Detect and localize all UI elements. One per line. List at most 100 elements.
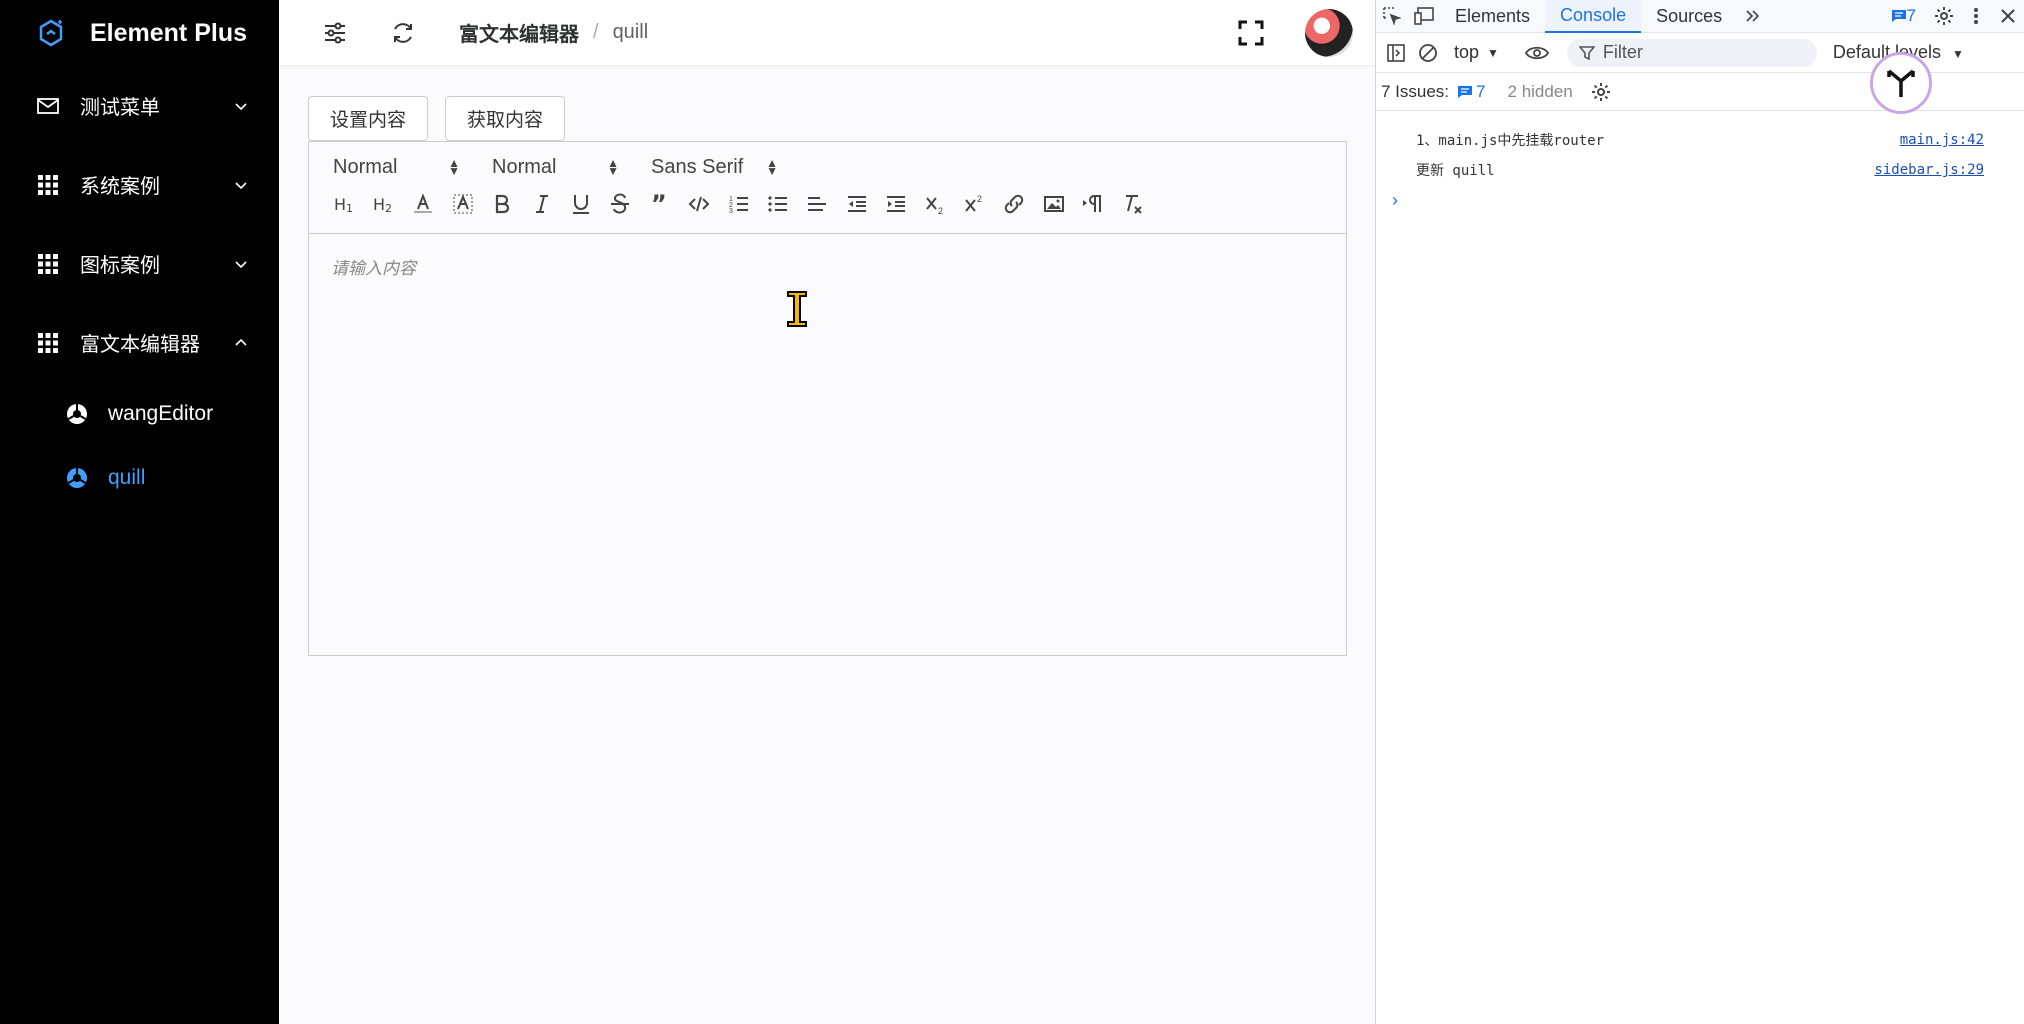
device-toolbar-icon[interactable] <box>1408 0 1440 32</box>
close-icon[interactable] <box>1992 0 2024 32</box>
header-picker-value: Normal <box>492 155 557 178</box>
menu-item-label: 测试菜单 <box>80 97 160 119</box>
image-icon[interactable] <box>1034 189 1073 219</box>
italic-icon[interactable] <box>522 189 561 219</box>
fullscreen-icon[interactable] <box>1237 19 1265 47</box>
dropdown-arrow-icon: ▼ <box>1952 47 1964 61</box>
submenu-item-quill[interactable]: quill <box>0 446 279 510</box>
direction-icon[interactable] <box>1073 189 1112 219</box>
console-prompt[interactable]: › <box>1376 185 2024 215</box>
devtools-tab-bar: Elements Console Sources 7 <box>1376 0 2024 33</box>
inspect-element-icon[interactable] <box>1376 0 1408 32</box>
picker-arrows-icon: ▲ ▼ <box>448 156 460 178</box>
log-source-link[interactable]: sidebar.js:29 <box>1874 162 1984 178</box>
sliders-icon[interactable] <box>321 19 349 47</box>
svg-text:2: 2 <box>938 206 943 216</box>
element-plus-logo-icon <box>39 19 63 47</box>
menu-item-icons[interactable]: 图标案例 <box>0 224 279 303</box>
svg-text:1: 1 <box>346 202 353 215</box>
app-logo[interactable]: Element Plus <box>0 0 279 66</box>
editor-toolbar: Normal ▲ ▼ Normal ▲ ▼ Sans Serif ▲ ▼ H1 H2 <box>309 142 1346 234</box>
message-icon <box>1458 85 1473 98</box>
svg-text:2: 2 <box>977 194 982 204</box>
grid-icon <box>36 173 60 197</box>
chrome-icon <box>67 404 87 424</box>
size-picker[interactable]: Normal ▲ ▼ <box>325 156 484 179</box>
kebab-menu-icon[interactable] <box>1960 0 1992 32</box>
svg-text:H: H <box>373 195 385 214</box>
menu-item-test[interactable]: 测试菜单 <box>0 66 279 145</box>
editor-content[interactable]: 请输入内容 <box>309 234 1346 299</box>
superscript-icon[interactable]: 2 <box>955 189 994 219</box>
get-content-button[interactable]: 获取内容 <box>445 96 566 141</box>
clean-format-icon[interactable] <box>1113 189 1152 219</box>
clear-console-icon[interactable] <box>1412 37 1444 69</box>
menu-item-label: 系统案例 <box>80 176 160 198</box>
issues-count-link[interactable]: 7 <box>1457 81 1486 102</box>
indent-decrease-icon[interactable] <box>837 189 876 219</box>
hidden-count: 2 hidden <box>1507 81 1573 101</box>
sidebar-toggle-icon[interactable] <box>1380 37 1412 69</box>
issues-count: 7 <box>1476 81 1486 101</box>
extension-logo-icon[interactable] <box>1870 52 1932 114</box>
underline-icon[interactable] <box>561 189 600 219</box>
submenu-item-label: wangEditor <box>108 402 214 425</box>
indent-increase-icon[interactable] <box>876 189 915 219</box>
quill-editor: Normal ▲ ▼ Normal ▲ ▼ Sans Serif ▲ ▼ H1 H2 <box>308 141 1347 656</box>
text-cursor-icon <box>787 291 807 327</box>
live-expression-eye-icon[interactable] <box>1521 37 1553 69</box>
menu-item-label: 图标案例 <box>80 255 160 277</box>
code-block-icon[interactable] <box>680 189 719 219</box>
top-header: 富文本编辑器 / quill <box>279 0 1375 66</box>
editor-placeholder: 请输入内容 <box>331 259 416 278</box>
h2-icon[interactable]: H2 <box>364 189 403 219</box>
filter-input[interactable]: Filter <box>1566 38 1817 67</box>
avatar[interactable] <box>1305 9 1353 57</box>
console-settings-gear-icon[interactable] <box>1585 76 1617 108</box>
chevron-up-icon <box>235 338 247 346</box>
log-message: 1、main.js中先挂载router <box>1416 133 1605 149</box>
submenu-item-wangeditor[interactable]: wangEditor <box>0 382 279 446</box>
issues-badge[interactable]: 7 <box>1891 6 1916 26</box>
font-picker-value: Sans Serif <box>651 155 744 178</box>
sidebar: Element Plus 测试菜单 系统案例 图标案例 富文本编辑器 wangE… <box>0 0 279 1024</box>
set-content-button[interactable]: 设置内容 <box>308 96 429 141</box>
link-icon[interactable] <box>995 189 1034 219</box>
picker-arrows-icon: ▲ ▼ <box>766 156 778 178</box>
svg-text:”: ” <box>651 192 667 216</box>
filter-placeholder: Filter <box>1602 42 1643 62</box>
more-tabs-icon[interactable] <box>1737 0 1769 32</box>
text-color-icon[interactable] <box>404 189 443 219</box>
tab-console[interactable]: Console <box>1545 0 1642 33</box>
background-color-icon[interactable] <box>443 189 482 219</box>
breadcrumb-current: quill <box>612 21 649 43</box>
h1-icon[interactable]: H1 <box>325 189 364 219</box>
console-log-row: 1、main.js中先挂载router main.js:42 <box>1376 125 2024 155</box>
settings-gear-icon[interactable] <box>1928 0 1960 32</box>
blockquote-icon[interactable]: ” <box>640 189 679 219</box>
bullet-list-icon[interactable] <box>758 189 797 219</box>
refresh-icon[interactable] <box>389 19 417 47</box>
chrome-icon <box>67 468 87 488</box>
log-source-link[interactable]: main.js:42 <box>1900 132 1984 148</box>
chevron-down-icon <box>235 260 247 268</box>
ordered-list-icon[interactable]: 123 <box>719 189 758 219</box>
bold-icon[interactable] <box>483 189 522 219</box>
breadcrumb: 富文本编辑器 / quill <box>459 18 648 47</box>
menu-item-label: 富文本编辑器 <box>80 334 200 356</box>
svg-text:2: 2 <box>385 202 392 215</box>
issues-label: 7 Issues: <box>1381 81 1450 101</box>
menu-item-rich-text[interactable]: 富文本编辑器 <box>0 303 279 382</box>
menu-item-system[interactable]: 系统案例 <box>0 145 279 224</box>
tab-elements[interactable]: Elements <box>1440 0 1545 33</box>
chevron-down-icon <box>235 181 247 189</box>
align-left-icon[interactable] <box>798 189 837 219</box>
tab-sources[interactable]: Sources <box>1641 0 1737 33</box>
breadcrumb-parent[interactable]: 富文本编辑器 <box>459 18 579 47</box>
header-picker[interactable]: Normal ▲ ▼ <box>484 156 643 179</box>
font-picker[interactable]: Sans Serif ▲ ▼ <box>643 156 802 179</box>
subscript-icon[interactable]: 2 <box>916 189 955 219</box>
context-select[interactable]: top ▼ <box>1454 42 1499 63</box>
picker-arrows-icon: ▲ ▼ <box>607 156 619 178</box>
strike-icon[interactable] <box>601 189 640 219</box>
